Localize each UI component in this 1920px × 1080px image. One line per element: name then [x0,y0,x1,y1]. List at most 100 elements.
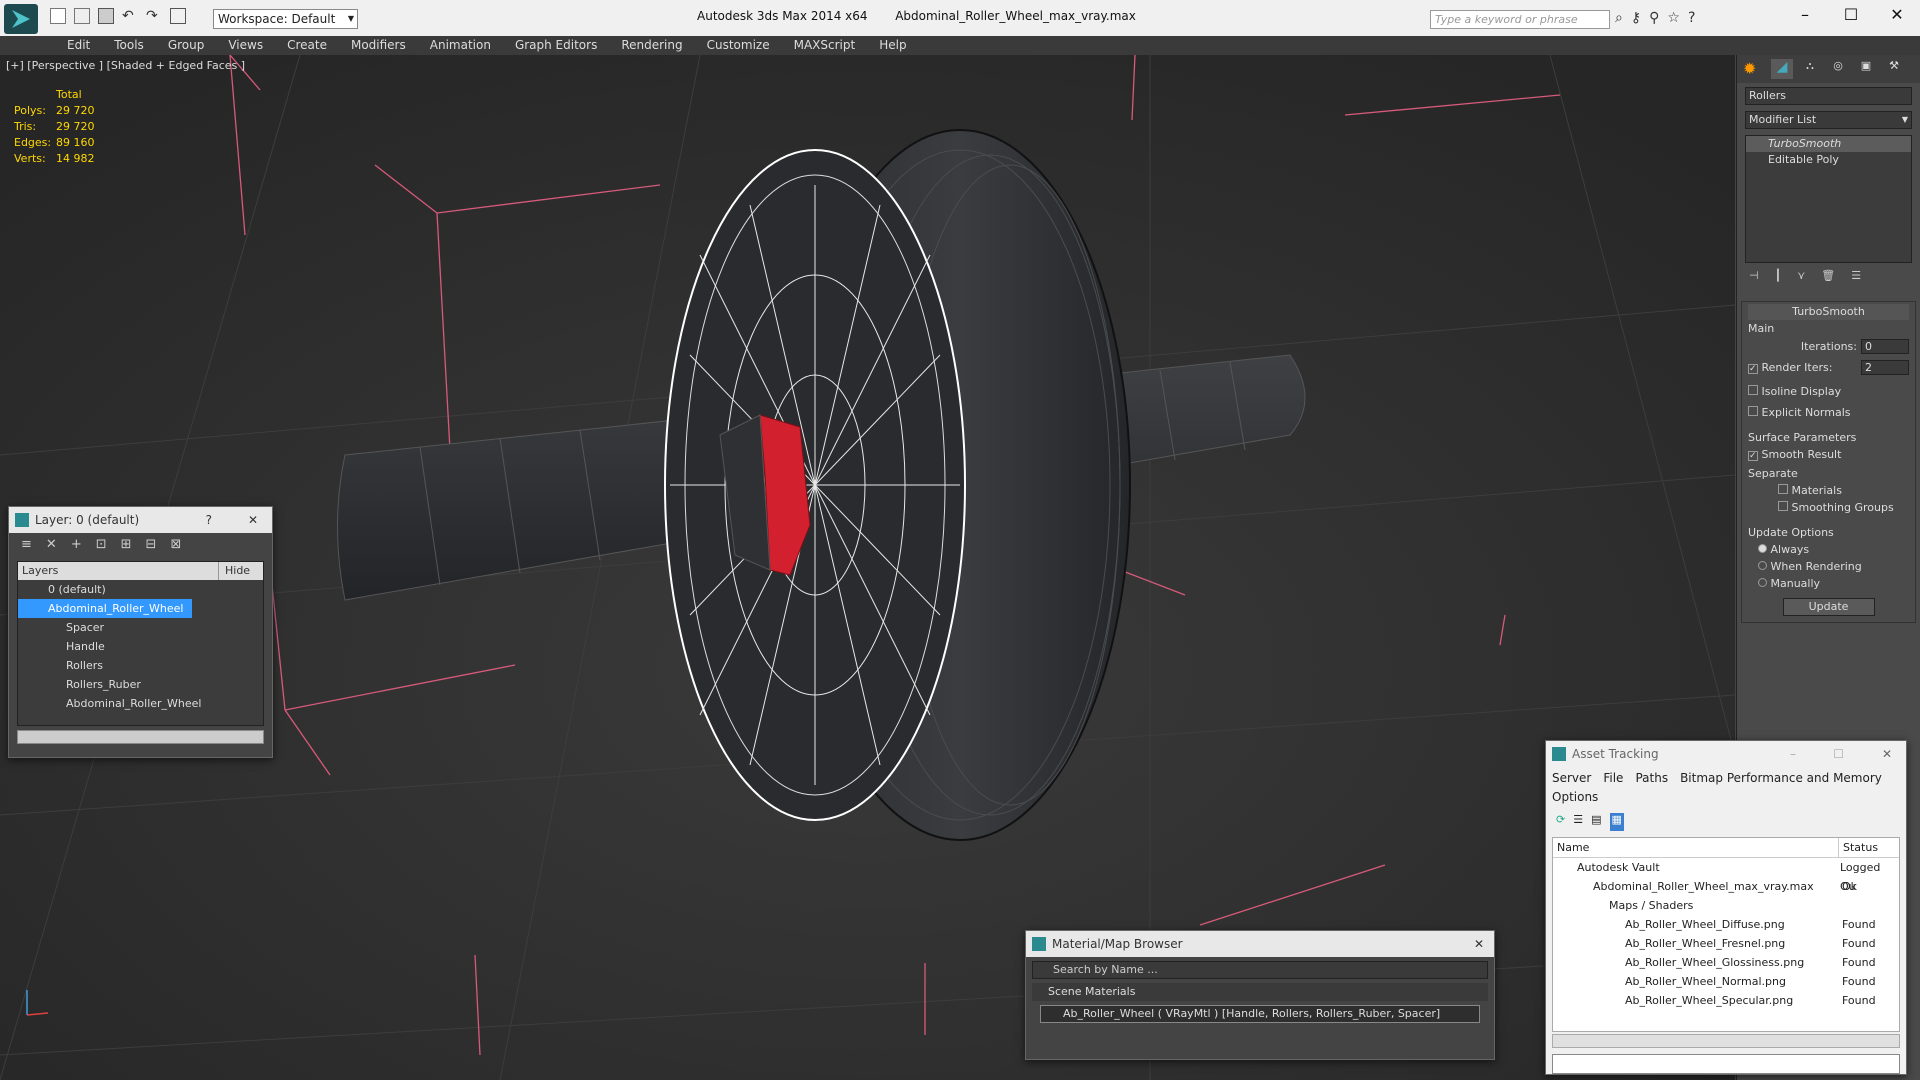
show-end-result-icon[interactable]: ┃ [1775,269,1782,293]
menu-edit[interactable]: Edit [55,36,102,55]
maximize-button[interactable]: ☐ [1833,741,1844,767]
menu-tools[interactable]: Tools [102,36,156,55]
hierarchy-tab-icon[interactable]: ⛬ [1799,59,1821,79]
undo-icon[interactable]: ↶ [122,8,138,24]
key-icon[interactable]: ⚷ [1631,10,1641,26]
layer-row[interactable]: Spacer [18,618,263,637]
asset-path-field[interactable] [1552,1054,1900,1074]
workspace-dropdown[interactable]: Workspace: Default ▼ [213,9,358,29]
redo-icon[interactable]: ↷ [146,8,162,24]
render-iters-spinner[interactable]: 2 [1861,360,1909,375]
smooth-result-checkbox[interactable]: ✓ [1748,451,1758,461]
table-row[interactable]: Maps / Shaders [1553,896,1899,915]
explicit-normals-checkbox[interactable] [1748,406,1758,416]
close-icon[interactable]: ✕ [1474,931,1484,957]
menu-maxscript[interactable]: MAXScript [782,36,868,55]
layer-window-title[interactable]: Layer: 0 (default) ? ✕ [9,507,272,533]
manually-radio[interactable] [1758,578,1767,587]
menu-create[interactable]: Create [275,36,339,55]
render-iters-checkbox[interactable]: ✓ [1748,364,1758,374]
layer-row[interactable]: 0 (default) [18,580,263,599]
col-hide[interactable]: Hide [218,562,250,580]
scene-materials-header[interactable]: Scene Materials [1032,983,1488,1001]
material-window-title[interactable]: Material/Map Browser ✕ [1026,931,1494,957]
create-tab-icon[interactable]: ✹ [1743,59,1765,79]
add-to-layer-icon[interactable]: + [71,537,82,553]
stack-item-editable-poly[interactable]: Editable Poly [1746,152,1911,168]
col-status[interactable]: Status [1838,838,1878,857]
horizontal-scrollbar[interactable] [1552,1034,1900,1048]
table-view-icon[interactable]: ▤ [1591,813,1601,831]
binoculars-icon[interactable]: ⌕ [1615,10,1623,26]
new-icon[interactable] [50,8,66,24]
asset-menu-server[interactable]: Server [1552,771,1591,785]
configure-sets-icon[interactable]: ☰ [1851,269,1861,293]
table-row[interactable]: Ab_Roller_Wheel_Specular.png Found [1553,991,1899,1010]
materials-checkbox[interactable] [1778,484,1788,494]
always-radio[interactable] [1758,544,1767,553]
new-layer-icon[interactable]: ≡ [21,537,32,553]
star-icon[interactable]: ☆ [1667,10,1680,26]
menu-graph-editors[interactable]: Graph Editors [503,36,609,55]
object-name-field[interactable]: Rollers [1745,87,1912,105]
layer-row[interactable]: Rollers [18,656,263,675]
layer-row[interactable]: Handle [18,637,263,656]
menu-customize[interactable]: Customize [695,36,782,55]
layer-row[interactable]: Abdominal_Roller_Wheel [18,694,263,713]
menu-views[interactable]: Views [216,36,275,55]
stack-item-turbosmooth[interactable]: TurboSmooth [1746,136,1911,152]
refresh-icon[interactable]: ⟳ [1556,813,1565,831]
when-rendering-radio[interactable] [1758,561,1767,570]
app-logo-icon[interactable] [4,4,38,34]
make-unique-icon[interactable]: ⋎ [1797,269,1805,293]
save-icon[interactable] [98,8,114,24]
remove-modifier-icon[interactable]: 🗑 [1821,269,1835,293]
smoothing-groups-checkbox[interactable] [1778,501,1788,511]
close-button[interactable]: ✕ [1874,0,1920,30]
minimize-button[interactable]: – [1782,0,1828,30]
table-row[interactable]: Ab_Roller_Wheel_Glossiness.png Found [1553,953,1899,972]
display-tab-icon[interactable]: ▣ [1855,59,1877,79]
maximize-button[interactable]: ☐ [1828,0,1874,30]
layer-row[interactable]: Rollers_Ruber [18,675,263,694]
asset-menu-paths[interactable]: Paths [1635,771,1668,785]
rollout-title[interactable]: TurboSmooth [1748,304,1909,320]
hide-all-icon[interactable]: ⊟ [146,537,157,553]
open-icon[interactable] [74,8,90,24]
menu-group[interactable]: Group [156,36,217,55]
table-row[interactable]: Abdominal_Roller_Wheel_max_vray.max Ok [1553,877,1899,896]
iterations-spinner[interactable]: 0 [1861,339,1909,354]
table-row[interactable]: Autodesk Vault Logged Ou [1553,858,1899,893]
asset-menu-bitmap[interactable]: Bitmap Performance and Memory [1680,771,1882,785]
close-icon[interactable]: ✕ [248,507,258,533]
asset-menu-file[interactable]: File [1603,771,1623,785]
search-input[interactable]: Type a keyword or phrase [1430,10,1610,29]
material-item[interactable]: Ab_Roller_Wheel ( VRayMtl ) [Handle, Rol… [1040,1005,1480,1023]
menu-animation[interactable]: Animation [418,36,503,55]
help-icon[interactable]: ? [1688,10,1695,26]
layer-row-selected[interactable]: Abdominal_Roller_Wheel [18,599,192,618]
project-icon[interactable] [170,8,186,24]
highlight-icon[interactable]: ⊞ [121,537,132,553]
pin-stack-icon[interactable]: ⊣ [1749,269,1759,293]
asset-menu-options[interactable]: Options [1552,790,1598,804]
freeze-all-icon[interactable]: ⊠ [170,537,181,553]
col-layers[interactable]: Layers [18,562,218,580]
select-layer-icon[interactable]: ⊡ [96,537,107,553]
asset-window-title[interactable]: Asset Tracking – ☐ ✕ [1546,741,1906,767]
horizontal-scrollbar[interactable] [17,730,264,744]
viewport-label[interactable]: [+] [Perspective ] [Shaded + Edged Faces… [6,59,245,72]
utilities-tab-icon[interactable]: ⚒ [1883,59,1905,79]
menu-help[interactable]: Help [867,36,918,55]
modify-tab-icon[interactable]: ◢ [1771,59,1793,79]
help-icon[interactable]: ? [206,507,212,533]
list-view-icon[interactable]: ☰ [1573,813,1583,831]
modifier-list-dropdown[interactable]: Modifier List ▼ [1745,111,1912,129]
table-row[interactable]: Ab_Roller_Wheel_Normal.png Found [1553,972,1899,991]
table-row[interactable]: Ab_Roller_Wheel_Diffuse.png Found [1553,915,1899,934]
minimize-button[interactable]: – [1790,741,1796,767]
col-name[interactable]: Name [1553,838,1838,857]
update-button[interactable]: Update [1782,598,1875,616]
delete-layer-icon[interactable]: ✕ [46,537,57,553]
subscription-icon[interactable]: ⚲ [1649,10,1659,26]
